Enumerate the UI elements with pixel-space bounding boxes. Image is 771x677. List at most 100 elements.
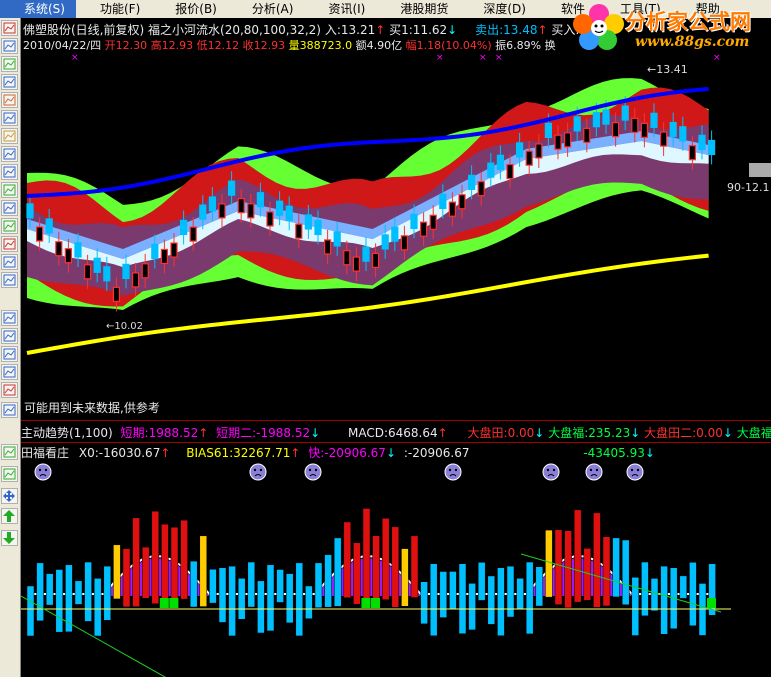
toolbar-line-icon[interactable] bbox=[1, 74, 18, 90]
sub1-header: 主动趋势(1,100) 短期:1988.52↑ 短期二:-1988.52↓ MA… bbox=[21, 424, 771, 441]
indicator-bar bbox=[477, 562, 486, 601]
candle-body bbox=[372, 252, 380, 268]
main-price-chart[interactable]: × × × × × bbox=[21, 18, 771, 418]
menu-item-2[interactable]: 报价(B) bbox=[151, 0, 228, 18]
green-signal-block bbox=[371, 598, 380, 608]
toolbar-refresh-icon[interactable] bbox=[1, 272, 18, 288]
toolbar-doc-icon[interactable] bbox=[1, 364, 18, 380]
indicator-bar bbox=[305, 585, 313, 619]
candle-body bbox=[544, 122, 553, 139]
toolbar-rsi-icon[interactable] bbox=[1, 328, 18, 344]
toolbar-edit-icon[interactable] bbox=[1, 466, 18, 482]
candle-body bbox=[131, 272, 140, 288]
toolbar-etf-icon[interactable] bbox=[1, 254, 18, 270]
toolbar-list-icon[interactable] bbox=[1, 110, 18, 126]
indicator-bar bbox=[497, 567, 505, 636]
face-icon bbox=[585, 463, 603, 481]
colon-value: :-20906.67 bbox=[403, 446, 470, 460]
candle-body bbox=[237, 198, 245, 214]
toolbar-bars-icon[interactable] bbox=[1, 346, 18, 362]
dp-tian2-value: 大盘田二:0.00 bbox=[644, 426, 723, 440]
toolbar-window-icon[interactable] bbox=[1, 236, 18, 252]
face-eye bbox=[253, 468, 257, 472]
indicator-bar bbox=[621, 539, 630, 606]
toolbar-up-arrow-icon[interactable] bbox=[1, 508, 18, 524]
toolbar-grid-icon[interactable] bbox=[1, 56, 18, 72]
down-arrow-icon: ↓ bbox=[534, 426, 545, 440]
candle-body bbox=[122, 263, 130, 280]
green-signal-block bbox=[169, 598, 179, 608]
signal-marker: × bbox=[71, 53, 79, 63]
indicator-bar bbox=[237, 578, 246, 620]
toolbar-dollar-icon[interactable] bbox=[1, 382, 18, 398]
panel-separator bbox=[21, 420, 771, 421]
toolbar-table-icon[interactable] bbox=[1, 38, 18, 54]
turnover-value: 换 bbox=[544, 39, 556, 52]
menu-item-1[interactable]: 功能(F) bbox=[76, 0, 151, 18]
indicator-bar bbox=[372, 535, 380, 603]
signal-marker: × bbox=[713, 53, 721, 63]
face-eye bbox=[630, 468, 634, 472]
face-icon bbox=[304, 463, 322, 481]
candle-body bbox=[525, 150, 533, 166]
toolbar-chart-icon[interactable] bbox=[1, 20, 18, 36]
face-icon bbox=[626, 463, 644, 481]
indicator-bar bbox=[26, 585, 35, 637]
dash-value: -43405.93 bbox=[583, 446, 645, 460]
up-arrow-icon: ↑ bbox=[160, 446, 171, 460]
toolbar-users-icon[interactable] bbox=[1, 182, 18, 198]
kuai-value: 快:-20906.67 bbox=[308, 446, 386, 460]
candle-body bbox=[506, 163, 514, 180]
face-eye bbox=[546, 468, 550, 472]
dp-tian-value: 大盘田:0.00 bbox=[467, 426, 535, 440]
indicator-bar bbox=[36, 562, 44, 622]
toolbar-globe-icon[interactable] bbox=[1, 200, 18, 216]
menu-item-6[interactable]: 深度(D) bbox=[459, 0, 537, 18]
face-eye bbox=[636, 468, 640, 472]
chart-area[interactable]: × × × × × 佛塑股份(日线,前复权) 福之小河流水(20,80,100,32,2… bbox=[21, 18, 771, 677]
green-signal-block bbox=[159, 598, 169, 608]
indicator-name: 福之小河流水(20,80,100,32,2) bbox=[148, 23, 321, 37]
candle-body bbox=[83, 264, 92, 280]
low-marker: ←10.02 bbox=[106, 321, 144, 332]
menu-item-5[interactable]: 港股期货 bbox=[376, 0, 459, 18]
candle-body bbox=[295, 223, 303, 239]
sub2-header: 田福看庄 X0:-16030.67↑ BIAS61:32267.71↑ 快:-2… bbox=[21, 444, 655, 461]
toolbar-wave-icon[interactable] bbox=[1, 310, 18, 326]
toolbar-move-icon[interactable] bbox=[1, 488, 18, 504]
indicator-bar bbox=[55, 569, 64, 633]
menu-item-3[interactable]: 分析(A) bbox=[228, 0, 305, 18]
toolbar-news-icon[interactable] bbox=[1, 128, 18, 144]
candle-body bbox=[352, 256, 360, 272]
toolbar-enter-icon[interactable] bbox=[1, 444, 18, 460]
volume-value: 量388723.0 bbox=[288, 39, 353, 52]
candle-body bbox=[247, 203, 255, 219]
candle-body bbox=[285, 205, 293, 221]
candle-body bbox=[343, 250, 351, 266]
candle-body bbox=[314, 219, 322, 236]
candle-body bbox=[228, 180, 236, 196]
indicator-bar bbox=[247, 561, 256, 608]
candle-body bbox=[381, 234, 389, 250]
entry-value: 入:13.21 bbox=[324, 23, 376, 37]
toolbar-book-icon[interactable] bbox=[1, 146, 18, 162]
toolbar-tool-icon[interactable] bbox=[1, 218, 18, 234]
indicator-bar bbox=[525, 561, 534, 635]
indicator-bar bbox=[170, 526, 179, 604]
face-eye bbox=[259, 468, 263, 472]
toolbar-calc-icon[interactable] bbox=[1, 164, 18, 180]
toolbar-candle-icon[interactable] bbox=[1, 92, 18, 108]
menu-item-4[interactable]: 资讯(I) bbox=[304, 0, 376, 18]
face-eye bbox=[595, 468, 599, 472]
candle-body bbox=[448, 201, 456, 217]
menu-item-0[interactable]: 系统(S) bbox=[0, 0, 76, 18]
toolbar-list2-icon[interactable] bbox=[1, 402, 18, 418]
indicator-bar bbox=[458, 563, 467, 634]
indicator-bar bbox=[103, 565, 112, 621]
toolbar-down-arrow-icon[interactable] bbox=[1, 530, 18, 546]
candle-body bbox=[688, 145, 697, 161]
sub-indicator-chart[interactable] bbox=[21, 462, 771, 677]
face-eye bbox=[44, 468, 48, 472]
candle-body bbox=[477, 181, 485, 197]
open-value: 开12.30 bbox=[104, 39, 148, 52]
